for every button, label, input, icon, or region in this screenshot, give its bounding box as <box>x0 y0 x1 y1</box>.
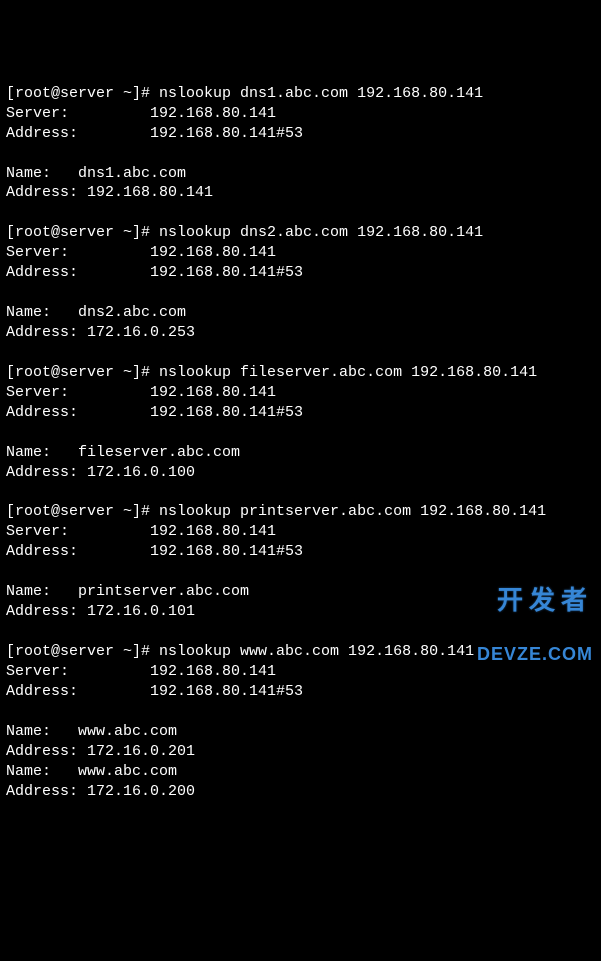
blank-line <box>6 802 595 822</box>
server-address-line: Address: 192.168.80.141#53 <box>6 682 595 702</box>
server-line: Server: 192.168.80.141 <box>6 104 595 124</box>
blank-line <box>6 483 595 503</box>
result-name-line: Name: fileserver.abc.com <box>6 443 595 463</box>
server-line: Server: 192.168.80.141 <box>6 522 595 542</box>
server-address-line: Address: 192.168.80.141#53 <box>6 403 595 423</box>
result-name-line: Name: dns2.abc.com <box>6 303 595 323</box>
result-name-line: Name: www.abc.com <box>6 762 595 782</box>
result-address-line: Address: 192.168.80.141 <box>6 183 595 203</box>
blank-line <box>6 343 595 363</box>
blank-line <box>6 423 595 443</box>
blank-line <box>6 562 595 582</box>
shell-prompt: [root@server ~]# <box>6 224 159 241</box>
shell-command: nslookup fileserver.abc.com 192.168.80.1… <box>159 364 537 381</box>
server-line: Server: 192.168.80.141 <box>6 243 595 263</box>
shell-prompt: [root@server ~]# <box>6 364 159 381</box>
blank-line <box>6 622 595 642</box>
terminal-output[interactable]: [root@server ~]# nslookup dns1.abc.com 1… <box>6 84 595 822</box>
server-address-line: Address: 192.168.80.141#53 <box>6 124 595 144</box>
shell-command: nslookup printserver.abc.com 192.168.80.… <box>159 503 546 520</box>
result-address-line: Address: 172.16.0.201 <box>6 742 595 762</box>
result-name-line: Name: www.abc.com <box>6 722 595 742</box>
command-line: [root@server ~]# nslookup dns2.abc.com 1… <box>6 223 595 243</box>
server-line: Server: 192.168.80.141 <box>6 662 595 682</box>
blank-line <box>6 144 595 164</box>
command-line: [root@server ~]# nslookup printserver.ab… <box>6 502 595 522</box>
server-address-line: Address: 192.168.80.141#53 <box>6 542 595 562</box>
result-address-line: Address: 172.16.0.100 <box>6 463 595 483</box>
server-address-line: Address: 192.168.80.141#53 <box>6 263 595 283</box>
command-line: [root@server ~]# nslookup www.abc.com 19… <box>6 642 595 662</box>
shell-command: nslookup www.abc.com 192.168.80.141 <box>159 643 474 660</box>
shell-prompt: [root@server ~]# <box>6 503 159 520</box>
blank-line <box>6 283 595 303</box>
result-name-line: Name: printserver.abc.com <box>6 582 595 602</box>
result-address-line: Address: 172.16.0.101 <box>6 602 595 622</box>
shell-prompt: [root@server ~]# <box>6 643 159 660</box>
command-line: [root@server ~]# nslookup dns1.abc.com 1… <box>6 84 595 104</box>
server-line: Server: 192.168.80.141 <box>6 383 595 403</box>
shell-prompt: [root@server ~]# <box>6 85 159 102</box>
blank-line <box>6 203 595 223</box>
blank-line <box>6 702 595 722</box>
shell-command: nslookup dns2.abc.com 192.168.80.141 <box>159 224 483 241</box>
result-address-line: Address: 172.16.0.200 <box>6 782 595 802</box>
result-name-line: Name: dns1.abc.com <box>6 164 595 184</box>
shell-command: nslookup dns1.abc.com 192.168.80.141 <box>159 85 483 102</box>
result-address-line: Address: 172.16.0.253 <box>6 323 595 343</box>
command-line: [root@server ~]# nslookup fileserver.abc… <box>6 363 595 383</box>
